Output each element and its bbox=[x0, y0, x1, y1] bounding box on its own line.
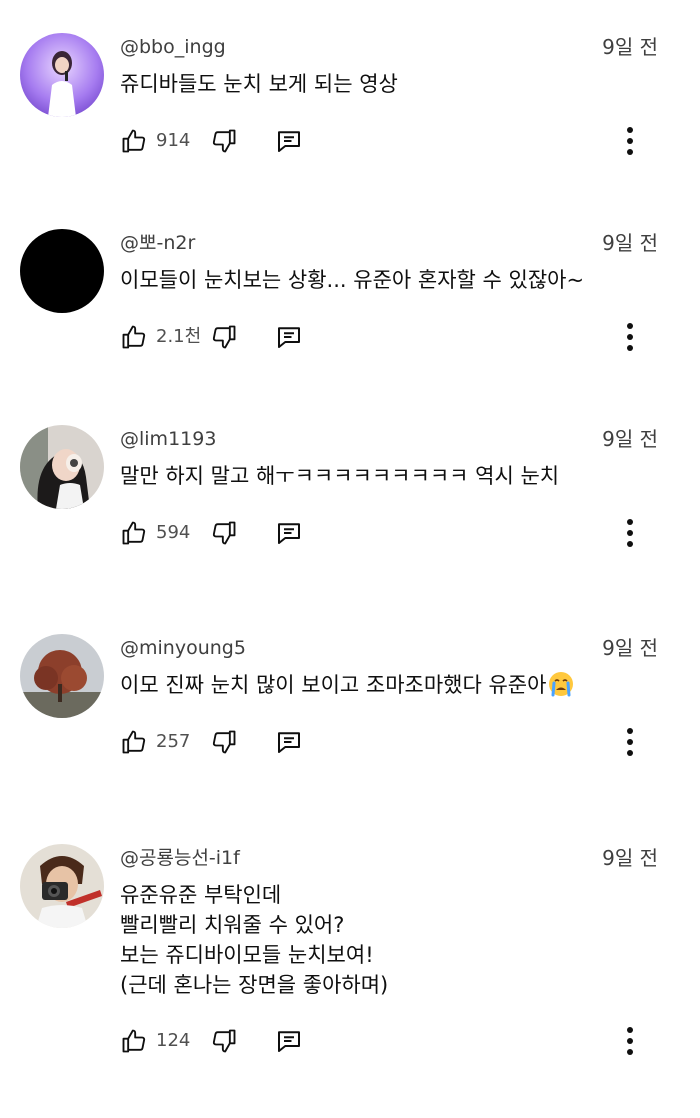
comment-author-handle[interactable]: @뽀-n2r bbox=[120, 231, 195, 255]
comment-actions: 594 bbox=[120, 516, 660, 550]
reply-button[interactable] bbox=[274, 320, 304, 354]
comment-timestamp: 9일 전 bbox=[602, 846, 658, 870]
comment-text: 쥬디바들도 눈치 보게 되는 영상 bbox=[120, 69, 398, 99]
concert-singer-avatar-icon bbox=[20, 33, 104, 117]
avatar[interactable] bbox=[20, 229, 104, 313]
comment-text-line: 이모 진짜 눈치 많이 보이고 조마조마했다 유준아 bbox=[120, 670, 574, 700]
comment-text-line: 쥬디바들도 눈치 보게 되는 영상 bbox=[120, 72, 398, 96]
more-vertical-icon bbox=[618, 1024, 642, 1058]
more-options-button[interactable] bbox=[618, 124, 642, 158]
like-button[interactable]: 257 bbox=[120, 725, 190, 759]
thumbs-down-icon bbox=[210, 519, 238, 547]
thumbs-down-icon bbox=[210, 1027, 238, 1055]
avatar[interactable] bbox=[20, 634, 104, 718]
dislike-button[interactable] bbox=[210, 725, 238, 759]
comment-actions: 2.1천 bbox=[120, 320, 660, 354]
like-count: 2.1천 bbox=[156, 326, 202, 347]
like-button[interactable]: 124 bbox=[120, 1024, 190, 1058]
more-options-button[interactable] bbox=[618, 1024, 642, 1058]
more-vertical-icon bbox=[618, 516, 642, 550]
reply-button[interactable] bbox=[274, 1024, 304, 1058]
comment-text-line: 보는 쥬디바이모들 눈치보여! bbox=[120, 943, 374, 967]
comment-text-line: 말만 하지 말고 해ㅜㅋㅋㅋㅋㅋㅋㅋㅋㅋ 역시 눈치 bbox=[120, 464, 560, 488]
like-count: 124 bbox=[156, 1030, 191, 1051]
comment-text-line: 빨리빨리 치워줄 수 있어? bbox=[120, 913, 345, 937]
comment-timestamp: 9일 전 bbox=[602, 427, 658, 451]
comment-text-line: (근데 혼나는 장면을 좋아하며) bbox=[120, 973, 389, 997]
comment-text-content: 이모 진짜 눈치 많이 보이고 조마조마했다 유준아 bbox=[120, 673, 547, 697]
more-options-button[interactable] bbox=[618, 725, 642, 759]
dislike-button[interactable] bbox=[210, 320, 238, 354]
dislike-button[interactable] bbox=[210, 124, 238, 158]
comment-text: 이모 진짜 눈치 많이 보이고 조마조마했다 유준아 bbox=[120, 670, 574, 700]
reply-comment-icon bbox=[274, 322, 304, 352]
comment-actions: 124 bbox=[120, 1024, 660, 1058]
comment-text: 유준유준 부탁인데 빨리빨리 치워줄 수 있어? 보는 쥬디바이모들 눈치보여!… bbox=[120, 880, 388, 1000]
comment-timestamp: 9일 전 bbox=[602, 231, 658, 255]
like-button[interactable]: 914 bbox=[120, 124, 190, 158]
more-vertical-icon bbox=[618, 124, 642, 158]
like-count: 594 bbox=[156, 522, 191, 543]
reply-comment-icon bbox=[274, 518, 304, 548]
dislike-button[interactable] bbox=[210, 516, 238, 550]
like-count: 914 bbox=[156, 130, 191, 151]
thumbs-up-icon bbox=[120, 519, 148, 547]
more-options-button[interactable] bbox=[618, 516, 642, 550]
comment-author-handle[interactable]: @lim1193 bbox=[120, 427, 216, 451]
reply-comment-icon bbox=[274, 126, 304, 156]
comment-author-handle[interactable]: @minyoung5 bbox=[120, 636, 246, 660]
crying-face-emoji-icon bbox=[548, 671, 574, 697]
more-vertical-icon bbox=[618, 320, 642, 354]
like-button[interactable]: 594 bbox=[120, 516, 190, 550]
black-circle-avatar-icon bbox=[20, 229, 104, 313]
like-count: 257 bbox=[156, 731, 191, 752]
comment-text: 이모들이 눈치보는 상황... 유준아 혼자할 수 있잖아~ bbox=[120, 265, 584, 295]
reply-comment-icon bbox=[274, 1026, 304, 1056]
dislike-button[interactable] bbox=[210, 1024, 238, 1058]
camera-person-avatar-icon bbox=[20, 844, 104, 928]
thumbs-down-icon bbox=[210, 127, 238, 155]
comment-actions: 257 bbox=[120, 725, 660, 759]
comment-text-line: 유준유준 부탁인데 bbox=[120, 883, 282, 907]
selfie-avatar-icon bbox=[20, 425, 104, 509]
comment-author-handle[interactable]: @공룡능선-i1f bbox=[120, 846, 240, 870]
avatar[interactable] bbox=[20, 425, 104, 509]
like-button[interactable]: 2.1천 bbox=[120, 320, 201, 354]
thumbs-up-icon bbox=[120, 323, 148, 351]
thumbs-down-icon bbox=[210, 323, 238, 351]
avatar[interactable] bbox=[20, 844, 104, 928]
thumbs-up-icon bbox=[120, 127, 148, 155]
thumbs-up-icon bbox=[120, 1027, 148, 1055]
reply-button[interactable] bbox=[274, 124, 304, 158]
thumbs-down-icon bbox=[210, 728, 238, 756]
comment-timestamp: 9일 전 bbox=[602, 636, 658, 660]
more-vertical-icon bbox=[618, 725, 642, 759]
reply-button[interactable] bbox=[274, 516, 304, 550]
comment-actions: 914 bbox=[120, 124, 660, 158]
more-options-button[interactable] bbox=[618, 320, 642, 354]
reply-comment-icon bbox=[274, 727, 304, 757]
thumbs-up-icon bbox=[120, 728, 148, 756]
reply-button[interactable] bbox=[274, 725, 304, 759]
autumn-tree-avatar-icon bbox=[20, 634, 104, 718]
comment-author-handle[interactable]: @bbo_ingg bbox=[120, 35, 226, 59]
avatar[interactable] bbox=[20, 33, 104, 117]
comment-text-line: 이모들이 눈치보는 상황... 유준아 혼자할 수 있잖아~ bbox=[120, 268, 585, 292]
comment-text: 말만 하지 말고 해ㅜㅋㅋㅋㅋㅋㅋㅋㅋㅋ 역시 눈치 bbox=[120, 461, 559, 491]
comment-timestamp: 9일 전 bbox=[602, 35, 658, 59]
